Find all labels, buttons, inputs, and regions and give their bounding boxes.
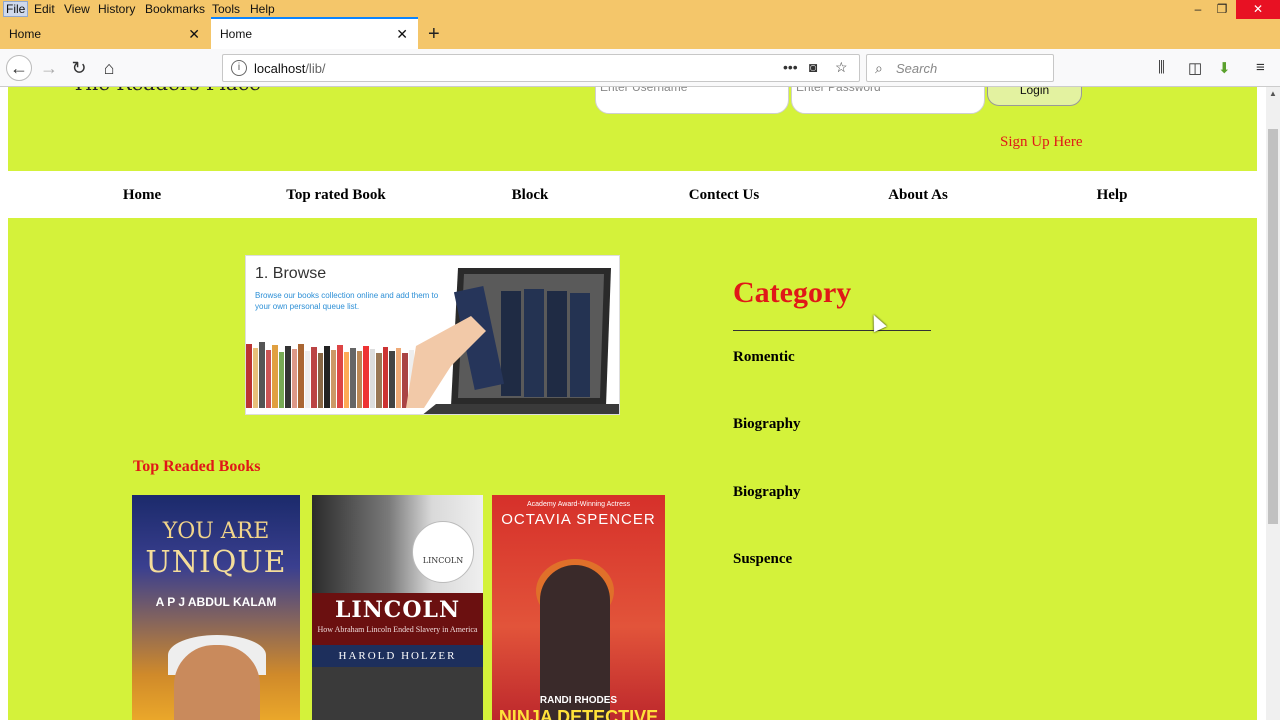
- tab-label: Home: [9, 27, 42, 41]
- login-button[interactable]: Login: [987, 87, 1082, 106]
- site-logo[interactable]: The Readers Place: [72, 87, 261, 95]
- category-item-suspence[interactable]: Suspence: [733, 551, 792, 568]
- search-icon: ⌕: [875, 60, 883, 76]
- username-input[interactable]: Enter Username: [595, 87, 789, 114]
- page-viewport: The Readers Place Enter Username Enter P…: [0, 87, 1266, 720]
- navigation-toolbar: ← → ↻ ⌂ i localhost/lib/ ••• ◙ ☆ ⌕ Searc…: [0, 49, 1280, 87]
- info-icon[interactable]: i: [231, 60, 247, 76]
- search-input[interactable]: ⌕ Search: [866, 54, 1054, 82]
- category-item-romentic[interactable]: Romentic: [733, 349, 795, 366]
- category-item-biography-2[interactable]: Biography: [733, 484, 801, 501]
- url-path: /lib/: [305, 61, 326, 76]
- menu-bar: File Edit View History Bookmarks Tools H…: [0, 0, 1280, 19]
- pocket-icon[interactable]: ◙: [809, 59, 817, 75]
- nav-home[interactable]: Home: [123, 187, 161, 204]
- new-tab-icon[interactable]: +: [428, 19, 440, 49]
- book3-author: OCTAVIA SPENCER: [501, 511, 656, 528]
- book3-coauthor: RANDI RHODES: [539, 695, 618, 706]
- scroll-up-icon[interactable]: ▲: [1266, 87, 1280, 101]
- book1-line1: YOU ARE: [162, 519, 270, 544]
- url-text: localhost/lib/: [254, 61, 326, 76]
- reload-icon[interactable]: ↻: [66, 55, 92, 81]
- book1-author: A P J ABDUL KALAM: [155, 595, 277, 609]
- menu-help[interactable]: Help: [250, 2, 275, 16]
- book-cover-you-are-unique[interactable]: YOU ARE UNIQUE A P J ABDUL KALAM: [132, 495, 300, 720]
- nav-about-us[interactable]: About As: [888, 187, 948, 204]
- top-books-heading: Top Readed Books: [133, 458, 261, 475]
- book3-title: NINJA DETECTIVE: [498, 707, 659, 720]
- tab-label: Home: [220, 27, 253, 41]
- close-icon[interactable]: ✕: [396, 19, 408, 49]
- book2-subtitle: How Abraham Lincoln Ended Slavery in Ame…: [317, 625, 478, 634]
- category-item-biography[interactable]: Biography: [733, 416, 801, 433]
- book2-author: HAROLD HOLZER: [312, 645, 483, 667]
- tab-home-2[interactable]: Home ✕: [211, 17, 418, 49]
- book2-title: LINCOLN: [334, 597, 461, 623]
- browse-banner: 1. Browse Browse our books collection on…: [245, 255, 620, 415]
- book2-photo-bottom: [312, 667, 483, 720]
- menu-edit[interactable]: Edit: [34, 2, 55, 16]
- url-host: localhost: [254, 61, 306, 76]
- home-icon[interactable]: ⌂: [96, 55, 122, 81]
- back-arrow-icon[interactable]: ←: [6, 55, 32, 81]
- tab-home-1[interactable]: Home ✕: [0, 19, 210, 49]
- browse-illustration: [246, 268, 619, 414]
- book2-badge-text: LINCOLN: [422, 556, 464, 565]
- menu-tools[interactable]: Tools: [212, 2, 240, 16]
- url-bar[interactable]: i localhost/lib/ ••• ◙ ☆: [222, 54, 860, 82]
- sidebar-icon[interactable]: ◫: [1188, 59, 1202, 77]
- restore-button[interactable]: ❐: [1205, 0, 1239, 19]
- download-icon[interactable]: ⬇: [1218, 59, 1231, 77]
- vertical-scrollbar[interactable]: ▲: [1266, 87, 1280, 720]
- category-title: Category: [733, 276, 852, 309]
- category-divider: [733, 330, 931, 331]
- tab-strip: Home ✕ Home ✕ +: [0, 17, 1280, 49]
- bookmark-star-icon[interactable]: ☆: [835, 59, 848, 76]
- main-content: 1. Browse Browse our books collection on…: [8, 218, 1257, 720]
- menu-hamburger-icon[interactable]: ≡: [1256, 59, 1265, 76]
- menu-view[interactable]: View: [64, 2, 90, 16]
- main-nav: Home Top rated Book Block Contect Us Abo…: [8, 171, 1257, 218]
- book2-badge: LINCOLN: [412, 521, 474, 583]
- forward-arrow-icon[interactable]: →: [36, 55, 62, 81]
- book1-line2: UNIQUE: [145, 545, 287, 580]
- menu-bookmarks[interactable]: Bookmarks: [145, 2, 205, 16]
- page-actions-icon[interactable]: •••: [783, 59, 798, 75]
- menu-history[interactable]: History: [98, 2, 135, 16]
- close-window-button[interactable]: ✕: [1236, 0, 1280, 19]
- signup-link[interactable]: Sign Up Here: [1000, 134, 1083, 151]
- search-placeholder: Search: [896, 61, 938, 76]
- nav-block[interactable]: Block: [512, 187, 549, 204]
- nav-help[interactable]: Help: [1097, 187, 1128, 204]
- nav-top-rated-book[interactable]: Top rated Book: [286, 187, 385, 204]
- book-cover-lincoln[interactable]: LINCOLN LINCOLN How Abraham Lincoln Ende…: [312, 495, 483, 720]
- close-icon[interactable]: ✕: [188, 19, 200, 49]
- nav-contact-us[interactable]: Contect Us: [689, 187, 759, 204]
- book3-tagline: Academy Award-Winning Actress: [527, 501, 630, 508]
- scrollbar-thumb[interactable]: [1268, 129, 1278, 524]
- book1-portrait: [174, 645, 260, 720]
- site-header: The Readers Place Enter Username Enter P…: [8, 87, 1257, 171]
- menu-file[interactable]: File: [2, 1, 29, 17]
- password-input[interactable]: Enter Password: [791, 87, 985, 114]
- book-cover-octavia-spencer[interactable]: Academy Award-Winning Actress OCTAVIA SP…: [492, 495, 665, 720]
- library-icon[interactable]: ⫼: [1158, 59, 1165, 76]
